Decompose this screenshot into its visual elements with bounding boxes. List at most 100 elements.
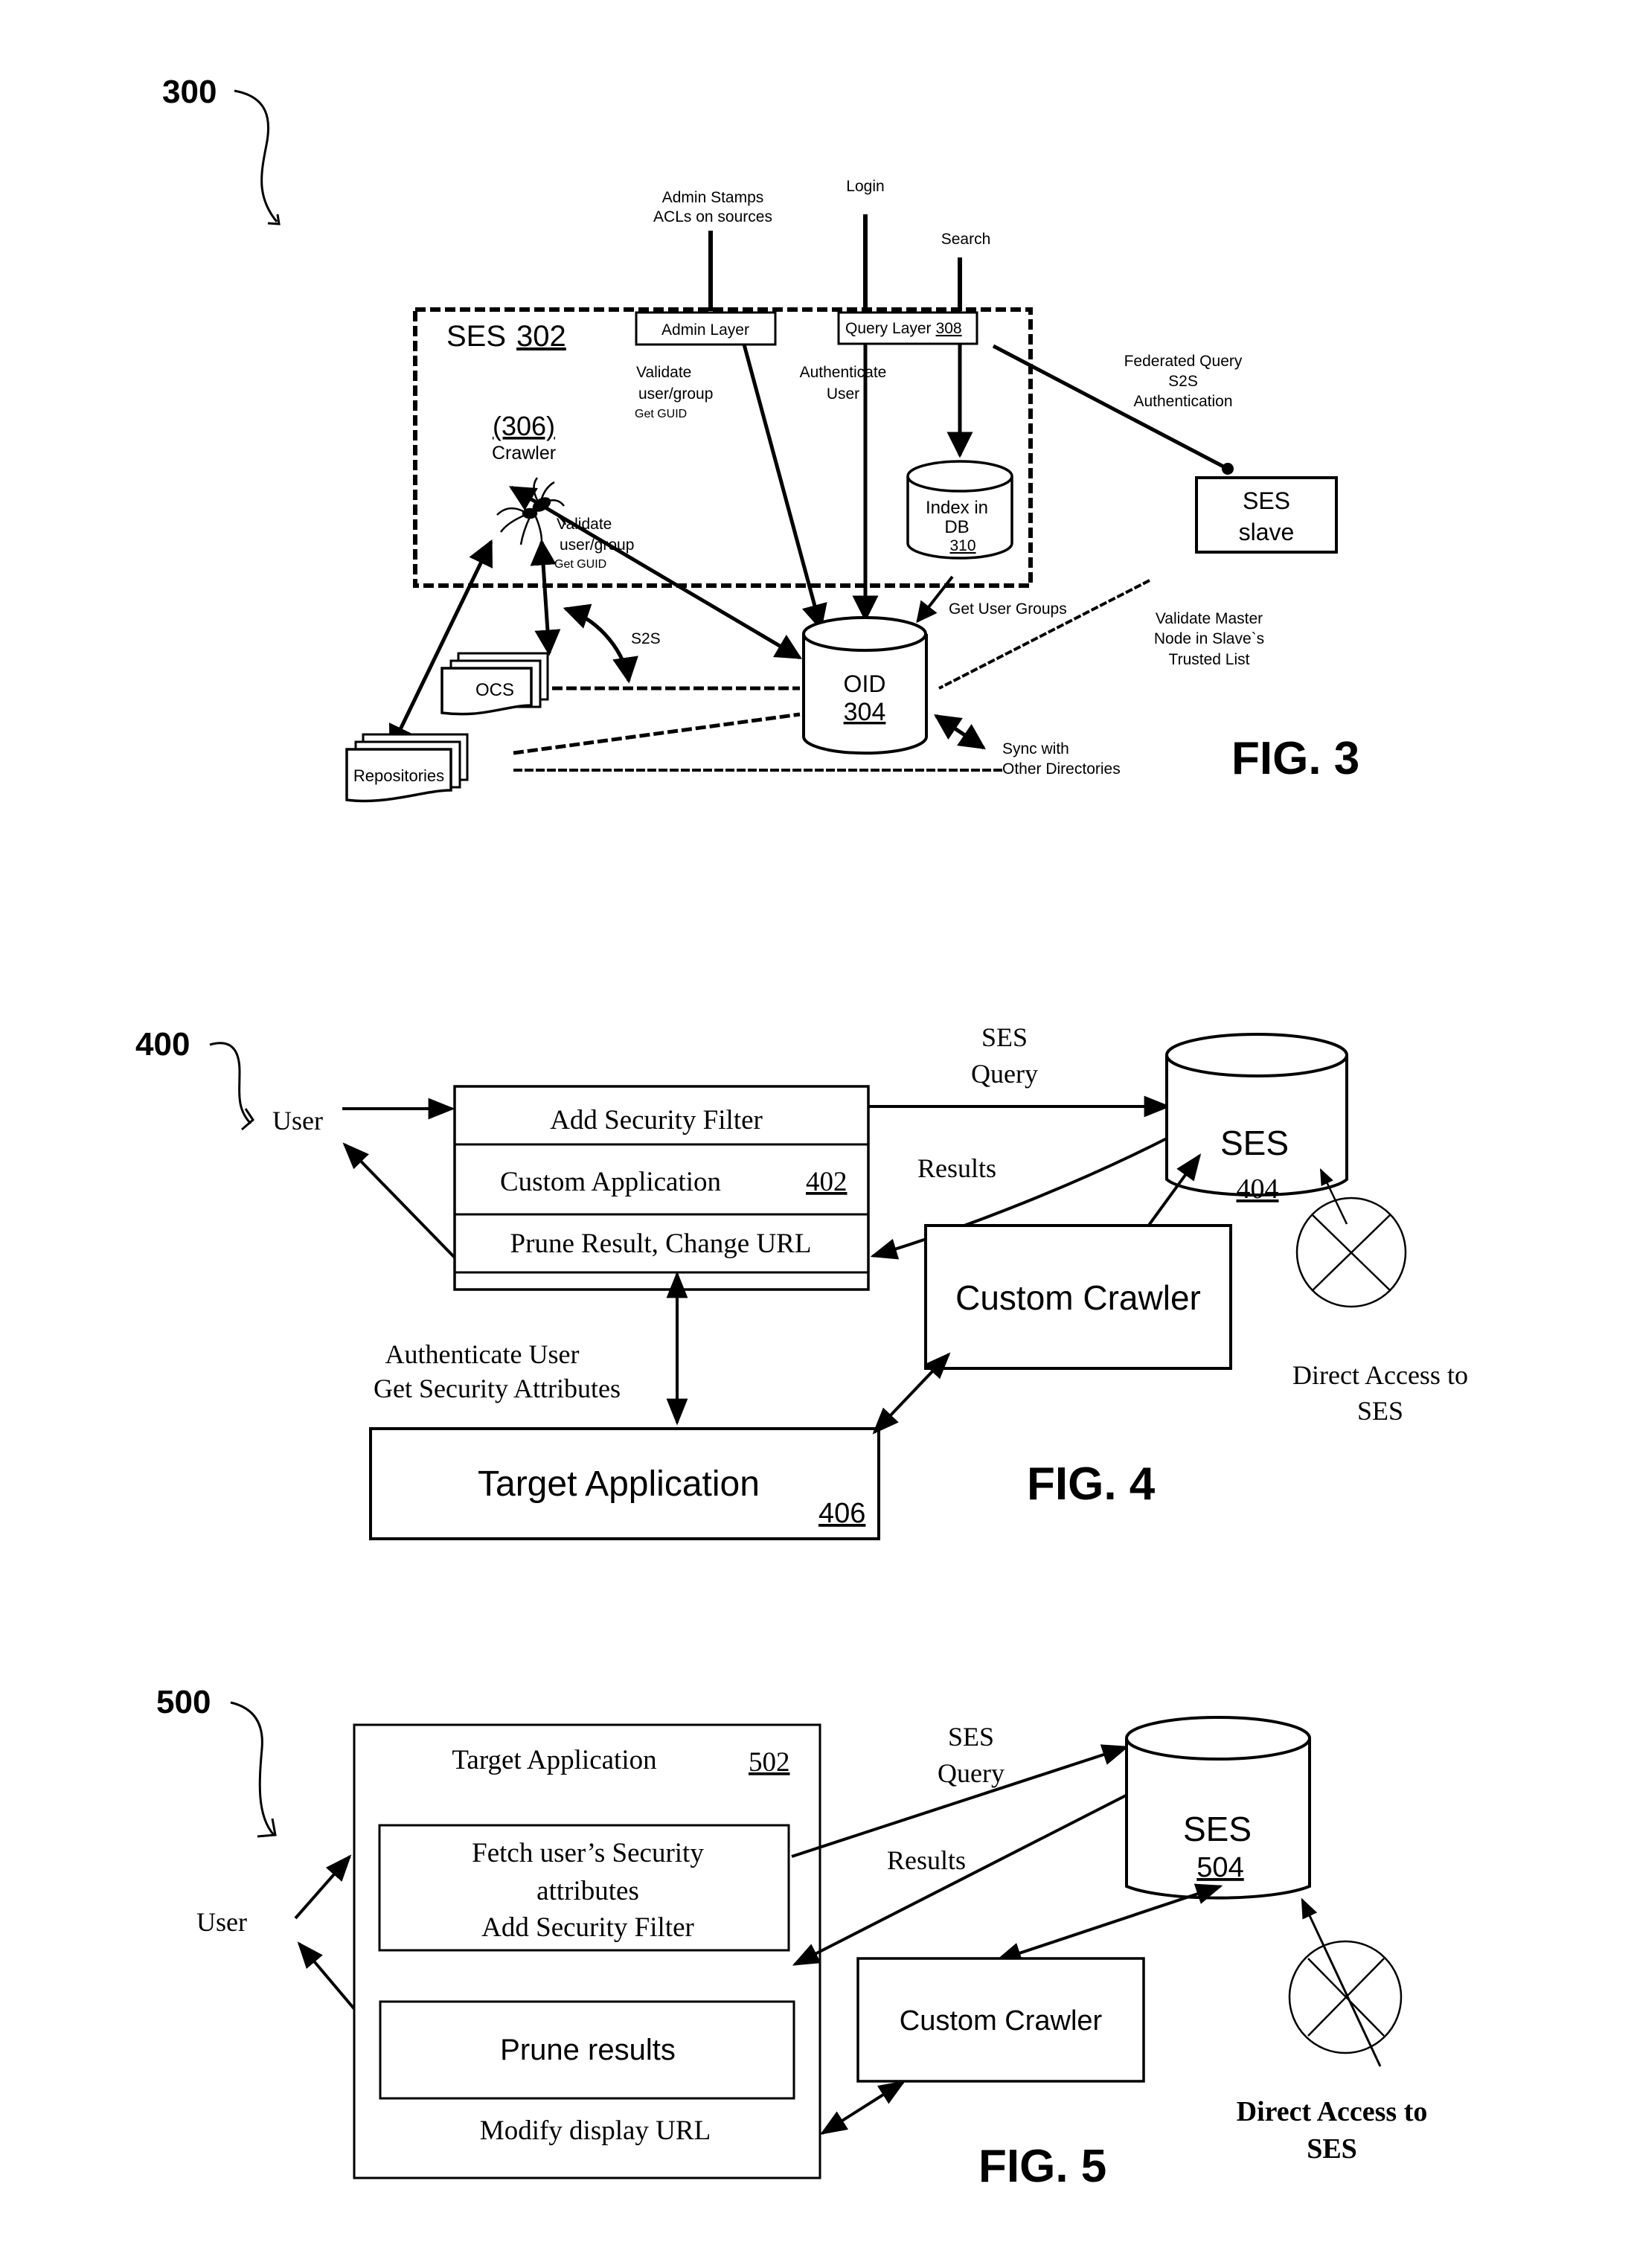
svg-text:ACLs on sources: ACLs on sources <box>653 208 772 225</box>
svg-text:Query: Query <box>971 1059 1038 1089</box>
svg-text:Trusted List: Trusted List <box>1169 651 1250 668</box>
svg-text:User: User <box>827 385 859 403</box>
svg-text:Get GUID: Get GUID <box>554 558 606 571</box>
patent-drawing-sheet: 300 Admin Stamps ACLs on sources Login S… <box>135 74 1468 2192</box>
s2s-curved-arrow <box>563 603 638 684</box>
fig5-direct-access-label: Direct Access to SES <box>1237 2096 1428 2165</box>
index-db-label-line2: DB <box>944 517 969 537</box>
figure-3: 300 Admin Stamps ACLs on sources Login S… <box>162 74 1359 803</box>
sync-label: Sync with Other Directories <box>1002 740 1121 778</box>
prune-results-label: Prune results <box>500 2034 676 2066</box>
slave-to-oid-line <box>938 579 1150 690</box>
crawler-to-modify-url-arrow <box>819 2080 906 2135</box>
login-label: Login <box>846 178 884 195</box>
fig4-direct-access-label: Direct Access to SES <box>1292 1360 1468 1426</box>
prune-to-user-arrow <box>342 1142 456 1259</box>
target-app-406-label: Target Application <box>478 1464 760 1504</box>
authenticate-user-label: Authenticate User <box>800 364 887 403</box>
fig4-caption: FIG. 4 <box>1027 1458 1156 1510</box>
target-app-406-ref: 406 <box>818 1498 865 1529</box>
svg-text:Add Security Filter: Add Security Filter <box>481 1912 694 1943</box>
svg-text:Get Security Attributes: Get Security Attributes <box>374 1374 621 1403</box>
svg-text:SES: SES <box>981 1022 1028 1052</box>
oid-sync-arrow <box>934 714 986 750</box>
target-app-502-ref: 502 <box>749 1747 790 1778</box>
crawler-label: Crawler <box>492 443 556 464</box>
fig5-results-label: Results <box>887 1845 966 1875</box>
svg-text:Get GUID: Get GUID <box>635 408 687 420</box>
svg-text:Validate: Validate <box>636 364 691 381</box>
svg-text:Authenticate: Authenticate <box>800 364 887 381</box>
svg-text:S2S: S2S <box>1168 373 1198 390</box>
prune-result-row: Prune Result, Change URL <box>510 1228 812 1259</box>
fig4-ref-number: 400 <box>135 1026 190 1063</box>
svg-text:Fetch user’s Security: Fetch user’s Security <box>472 1838 704 1868</box>
modify-display-url-label: Modify display URL <box>480 2115 711 2146</box>
ses-404-label: SES <box>1220 1124 1289 1162</box>
svg-text:SES: SES <box>1357 1396 1403 1426</box>
svg-text:Other Directories: Other Directories <box>1002 760 1121 778</box>
fig5-caption: FIG. 5 <box>978 2141 1106 2192</box>
target-app-502-label: Target Application <box>452 1745 656 1775</box>
ses-slave-label-line2: slave <box>1239 519 1295 545</box>
fig5-ref-number: 500 <box>156 1684 211 1720</box>
repositories-oid-dashed-line <box>513 712 801 755</box>
svg-text:Direct Access to: Direct Access to <box>1292 1360 1468 1390</box>
fig5-blocked-access-icon <box>1288 1940 1403 2054</box>
ses-504-ref: 504 <box>1196 1852 1243 1883</box>
get-user-groups-label: Get User Groups <box>949 600 1067 618</box>
user-to-target-app-arrow <box>294 1854 352 1920</box>
search-label: Search <box>941 231 991 248</box>
oid-label: OID <box>844 670 886 697</box>
ses-504-label: SES <box>1183 1810 1252 1848</box>
fig5-ses-query-label: SES Query <box>938 1722 1005 1788</box>
fig4-custom-crawler-label: Custom Crawler <box>955 1278 1201 1317</box>
svg-text:Sync with: Sync with <box>1002 740 1069 757</box>
validate-admin-label: Validate user/group Get GUID <box>635 364 713 420</box>
custom-app-ref: 402 <box>806 1167 848 1197</box>
fig3-ref-leader-arrow <box>234 89 281 225</box>
crawler-target-app-arrow <box>872 1352 951 1435</box>
svg-text:Federated Query: Federated Query <box>1124 353 1243 370</box>
fig5-ref-leader-arrow <box>230 1701 277 1838</box>
figure-4: 400 User Add Security Filter Custom Appl… <box>135 1022 1468 1540</box>
add-security-filter-row: Add Security Filter <box>550 1105 763 1135</box>
svg-text:attributes: attributes <box>536 1876 639 1906</box>
custom-application-row: Custom Application <box>500 1167 721 1197</box>
svg-text:SES: SES <box>948 1722 994 1752</box>
admin-layer-label: Admin Layer <box>661 321 749 339</box>
svg-text:SES: SES <box>1307 2133 1357 2165</box>
repositories-label: Repositories <box>353 766 444 785</box>
admin-input-label: Admin Stamps ACLs on sources <box>653 189 772 225</box>
svg-text:Validate Master: Validate Master <box>1156 610 1263 627</box>
ocs-label: OCS <box>475 680 514 700</box>
svg-text:user/group: user/group <box>638 385 713 403</box>
fig4-ses-query-label: SES Query <box>971 1022 1038 1089</box>
ses-404-cylinder <box>1165 1033 1348 1197</box>
svg-text:Node in Slave`s: Node in Slave`s <box>1154 630 1264 647</box>
fig4-blocked-access-icon <box>1295 1197 1407 1308</box>
fig3-ref-number: 300 <box>162 74 217 110</box>
oid-ref: 304 <box>844 698 886 726</box>
svg-text:Direct Access to: Direct Access to <box>1237 2096 1428 2127</box>
crawler-repositories-arrow <box>388 539 493 752</box>
figure-5: 500 User Target Application 502 Fetch us… <box>156 1684 1427 2192</box>
ses-302-title: SES 302 <box>446 320 566 353</box>
svg-text:Authentication: Authentication <box>1133 393 1232 410</box>
fig5-ses-crawler-arrow <box>994 1883 1223 1964</box>
svg-text:Query: Query <box>938 1758 1005 1788</box>
spider-icon <box>496 477 567 545</box>
fig5-direct-access-arrow <box>1301 1897 1382 2067</box>
fig5-user-label: User <box>196 1907 247 1937</box>
svg-text:Authenticate User: Authenticate User <box>385 1339 580 1369</box>
auth-label: Authenticate User Get Security Attribute… <box>374 1339 621 1403</box>
fig5-results-arrow <box>792 1793 1128 1966</box>
index-db-ref: 310 <box>949 537 975 554</box>
federated-query-label: Federated Query S2S Authentication <box>1124 353 1243 410</box>
crawler-ocs-arrow <box>530 539 561 656</box>
svg-text:Admin Stamps: Admin Stamps <box>662 189 764 206</box>
index-db-label-line1: Index in <box>926 498 988 518</box>
fig4-user-label: User <box>272 1106 323 1135</box>
validate-crawler-label: Validate user/group Get GUID <box>554 516 634 571</box>
fig4-results-label: Results <box>917 1153 996 1183</box>
